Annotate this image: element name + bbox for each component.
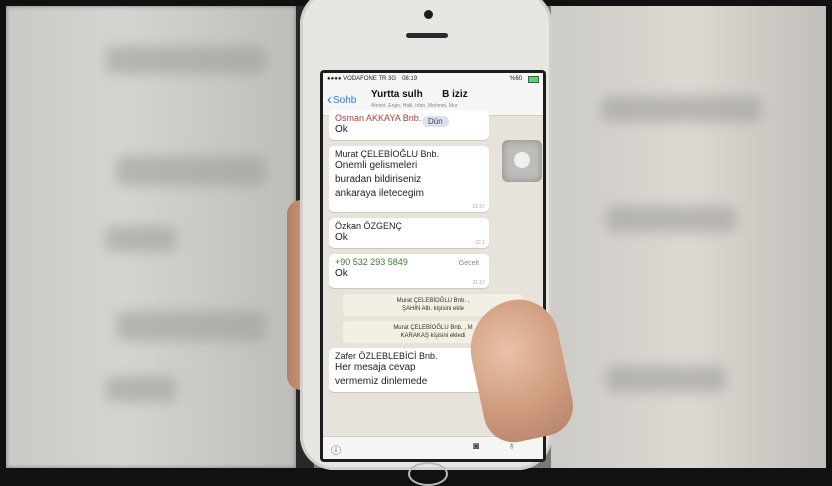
message-time: 22.1 <box>475 240 485 246</box>
assistive-touch-button[interactable] <box>502 140 542 182</box>
blur-text <box>106 226 176 252</box>
message-line: vermemiz dinlemede <box>335 376 428 387</box>
carrier-text: ●●●● VODAFONE TR 3G <box>327 76 397 82</box>
blur-text <box>106 46 266 74</box>
title-part-1: Yurtta sulh <box>371 89 423 100</box>
camera-icon[interactable]: ◙ <box>473 441 479 452</box>
home-button[interactable] <box>408 462 448 486</box>
message-bubble[interactable]: Murat ÇELEBİOĞLU Bnb. Onemli gelismeleri… <box>329 146 489 212</box>
blur-text <box>116 156 266 186</box>
date-pill: Dün <box>422 116 449 127</box>
message-text: Ok <box>335 124 348 135</box>
assistive-touch-dot <box>514 152 530 168</box>
battery-icon <box>528 75 539 83</box>
message-bubble[interactable]: Osman AKKAYA Bnb. Ok Dün <box>329 110 489 140</box>
message-sender: Murat ÇELEBİOĞLU Bnb. <box>335 149 440 159</box>
battery-percent: %60 <box>509 76 522 82</box>
blur-text <box>106 376 176 402</box>
system-note-line: Murat ÇELEBİOĞLU Bnb. , <box>396 298 470 304</box>
microphone-icon[interactable]: ♁ <box>508 441 516 452</box>
blur-text <box>601 96 761 122</box>
title-part-2: B iziz <box>442 89 468 100</box>
message-sender: Özkan ÖZGENÇ <box>335 221 403 231</box>
front-camera <box>424 10 433 19</box>
chevron-left-icon: ‹ <box>327 91 332 108</box>
message-bubble[interactable]: Özkan ÖZGENÇ Ok 22.1 <box>329 218 489 248</box>
status-bar: ●●●● VODAFONE TR 3G 08:19 %60 <box>323 73 543 85</box>
message-text: Ok <box>335 232 348 243</box>
message-line: Her mesaja cevap <box>335 362 416 373</box>
message-sender: Zafer ÖZLEBLEBİCİ Bnb. <box>335 351 438 361</box>
clock: 08:19 <box>402 76 418 82</box>
message-line: buradan bildiriseniz <box>335 174 422 185</box>
blur-text <box>606 366 726 392</box>
attach-icon[interactable]: ⓘ <box>331 442 341 457</box>
group-title[interactable]: Yurtta sulh B iziz <box>371 89 468 100</box>
blurred-background-right <box>551 6 826 468</box>
back-button[interactable]: ‹ Sohb <box>327 91 357 108</box>
sender-meta: Gecelt <box>458 260 479 267</box>
earpiece-speaker <box>406 33 448 38</box>
message-bubble[interactable]: Zafer ÖZLEBLEBİCİ Bnb. Her mesaja cevap … <box>329 348 489 392</box>
message-line: ankaraya iletecegim <box>335 188 424 199</box>
message-line: Onemli gelismeleri <box>335 160 418 171</box>
group-members: Ahmet, Ergin, Halil, Irfan, Mehmet, Mur <box>371 103 458 109</box>
message-bubble[interactable]: +90 532 293 5849 Gecelt Ok 21.57 <box>329 254 489 288</box>
message-time: 21.57 <box>472 204 485 210</box>
message-time: 21.57 <box>472 280 485 286</box>
blur-text <box>116 311 266 341</box>
blur-text <box>606 206 736 232</box>
message-text: Ok <box>335 268 348 279</box>
back-label: Sohb <box>333 94 357 106</box>
message-sender: Osman AKKAYA Bnb. <box>335 113 422 123</box>
